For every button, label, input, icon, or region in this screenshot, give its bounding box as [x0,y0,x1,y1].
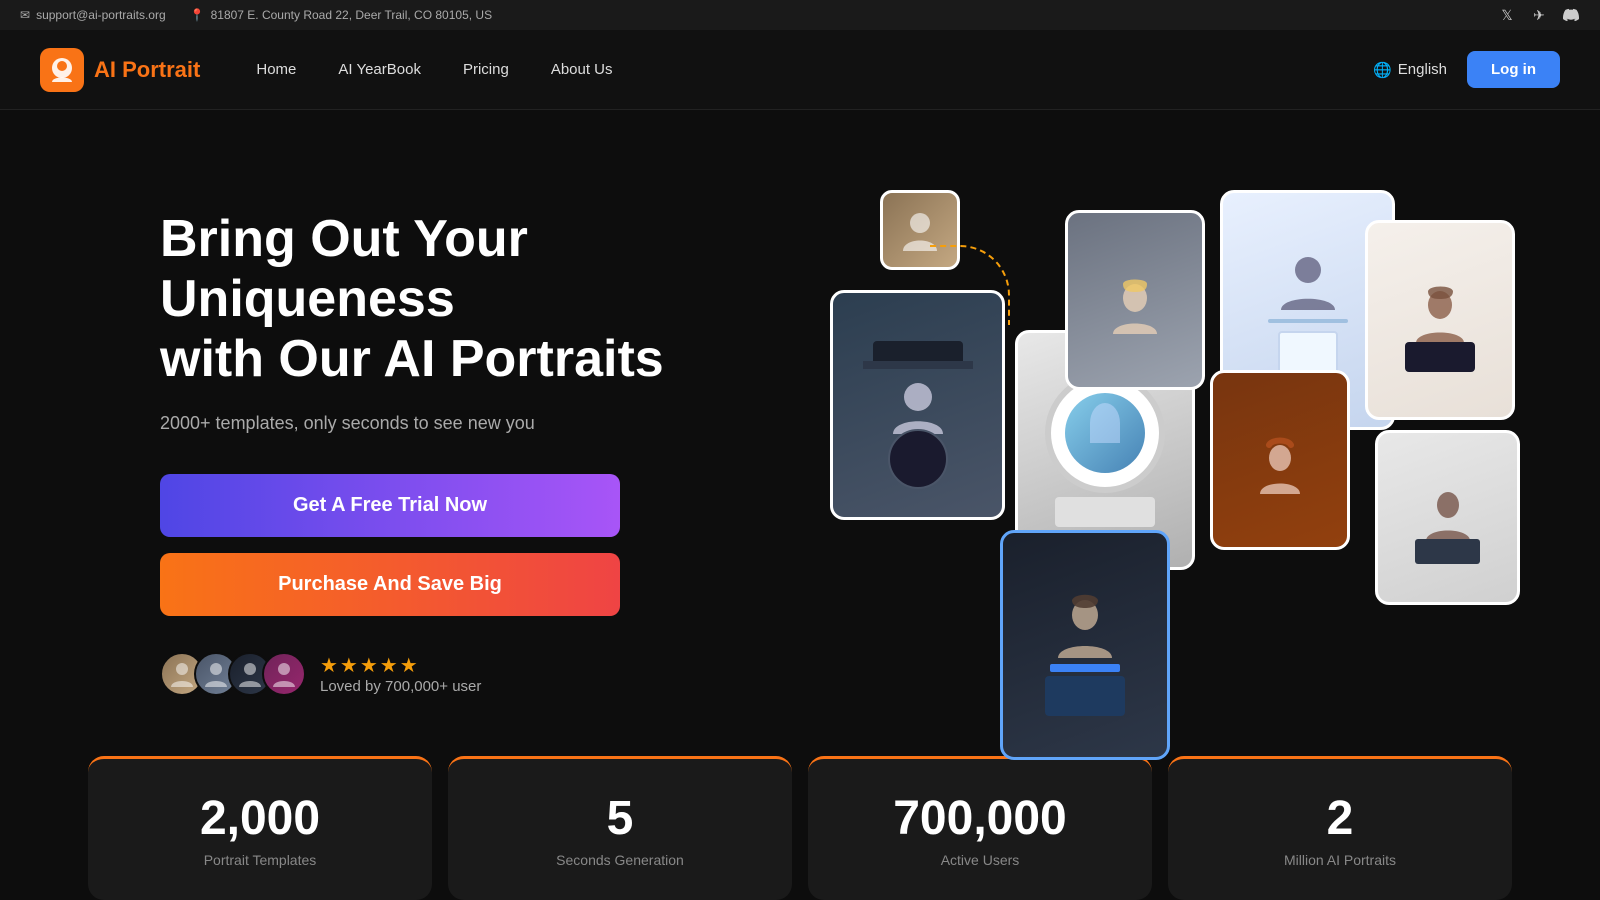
language-label: English [1398,61,1447,78]
social-proof: ★★★★★ Loved by 700,000+ user [160,652,820,696]
twitter-icon[interactable]: 𝕏 [1498,6,1516,24]
trial-button[interactable]: Get A Free Trial Now [160,474,620,537]
stat-templates: 2,000 Portrait Templates [88,756,432,900]
stat-seconds: 5 Seconds Generation [448,756,792,900]
stars: ★★★★★ [320,653,481,678]
stat-number-templates: 2,000 [128,791,392,846]
loved-text: Loved by 700,000+ user [320,678,481,695]
topbar-social: 𝕏 ✈ [1498,6,1580,24]
language-button[interactable]: 🌐 English [1373,61,1447,79]
portrait-card-business-top [1365,220,1515,420]
portrait-card-captain [830,290,1005,520]
nav-about[interactable]: About Us [535,53,629,86]
topbar-left: ✉ support@ai-portraits.org 📍 81807 E. Co… [20,8,1468,22]
hero-title-line1: Bring Out Your Uniqueness [160,210,528,328]
avatar-group [160,652,306,696]
portrait-card-redhead [1210,370,1350,550]
stat-label-seconds: Seconds Generation [488,852,752,868]
hero-section: Bring Out Your Uniqueness with Our AI Po… [0,110,1600,756]
telegram-icon[interactable]: ✈ [1530,6,1548,24]
avatar [262,652,306,696]
logo[interactable]: AI Portrait [40,48,200,92]
portrait-card-business-bottom [1375,430,1520,605]
rating-stars: ★★★★★ Loved by 700,000+ user [320,653,481,695]
hero-left: Bring Out Your Uniqueness with Our AI Po… [160,190,820,696]
stat-label-users: Active Users [848,852,1112,868]
stats-bar: 2,000 Portrait Templates 5 Seconds Gener… [0,756,1600,900]
purchase-button[interactable]: Purchase And Save Big [160,553,620,616]
stat-portraits: 2 Million AI Portraits [1168,756,1512,900]
address-text: 81807 E. County Road 22, Deer Trail, CO … [211,8,493,22]
portrait-card-blonde [1065,210,1205,390]
hero-portrait-grid [820,190,1440,690]
email-text: support@ai-portraits.org [36,8,166,22]
portrait-card-police [1000,530,1170,760]
logo-icon [40,48,84,92]
stat-number-seconds: 5 [488,791,752,846]
login-button[interactable]: Log in [1467,51,1560,88]
discord-icon[interactable] [1562,6,1580,24]
hero-title-line2: with Our AI Portraits [160,330,664,388]
hero-title: Bring Out Your Uniqueness with Our AI Po… [160,210,820,389]
nav-links: Home AI YearBook Pricing About Us [240,53,1373,86]
stat-users: 700,000 Active Users [808,756,1152,900]
nav-yearbook[interactable]: AI YearBook [322,53,437,86]
nav-right: 🌐 English Log in [1373,51,1560,88]
globe-icon: 🌐 [1373,61,1392,79]
nav-pricing[interactable]: Pricing [447,53,525,86]
navbar: AI Portrait Home AI YearBook Pricing Abo… [0,30,1600,110]
topbar: ✉ support@ai-portraits.org 📍 81807 E. Co… [0,0,1600,30]
topbar-address: 📍 81807 E. County Road 22, Deer Trail, C… [190,8,492,22]
nav-home[interactable]: Home [240,53,312,86]
stat-number-portraits: 2 [1208,791,1472,846]
email-icon: ✉ [20,8,30,22]
stat-label-portraits: Million AI Portraits [1208,852,1472,868]
stat-number-users: 700,000 [848,791,1112,846]
logo-text: AI Portrait [94,57,200,83]
stat-label-templates: Portrait Templates [128,852,392,868]
topbar-email: ✉ support@ai-portraits.org [20,8,166,22]
location-icon: 📍 [190,8,205,22]
hero-subtitle: 2000+ templates, only seconds to see new… [160,413,820,434]
